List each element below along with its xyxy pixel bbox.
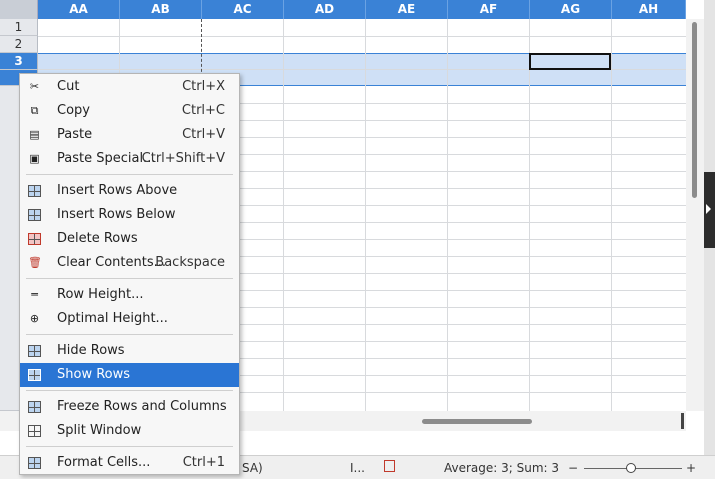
column-header-ac[interactable]: AC (202, 0, 284, 19)
save-status-icon[interactable] (384, 460, 395, 472)
column-header-ag[interactable]: AG (530, 0, 612, 19)
menu-label: Freeze Rows and Columns (57, 399, 227, 414)
column-header-aa[interactable]: AA (38, 0, 120, 19)
optimal-height-icon: ⊕ (29, 312, 40, 325)
row-header-2[interactable]: 2 (0, 36, 38, 53)
menu-separator (26, 390, 233, 391)
menu-label: Insert Rows Above (57, 183, 178, 198)
menu-separator (26, 174, 233, 175)
menu-separator (26, 446, 233, 447)
menu-item-copy[interactable]: ⧉ Copy Ctrl+C (20, 99, 239, 123)
freeze-icon (28, 401, 41, 413)
row-header-1[interactable]: 1 (0, 19, 38, 36)
menu-shortcut: Ctrl+1 (182, 455, 225, 470)
menu-shortcut: Ctrl+Shift+V (141, 151, 225, 166)
hide-rows-icon (28, 345, 41, 357)
menu-item-row-height[interactable]: ═ Row Height... (20, 283, 239, 307)
menu-item-show-rows[interactable]: Show Rows (20, 363, 239, 387)
menu-separator (26, 334, 233, 335)
insert-rows-below-icon (28, 209, 41, 221)
menu-item-insert-rows-below[interactable]: Insert Rows Below (20, 203, 239, 227)
menu-label: Hide Rows (57, 343, 125, 358)
menu-separator (26, 278, 233, 279)
menu-shortcut: Backspace (155, 255, 225, 270)
delete-rows-icon (28, 233, 41, 245)
menu-label: Format Cells... (57, 455, 151, 470)
language-status[interactable]: SA) (242, 461, 263, 475)
menu-label: Cut (57, 79, 80, 94)
menu-shortcut: Ctrl+C (181, 103, 225, 118)
grid-column-line (283, 19, 284, 411)
paste-icon: ▤ (29, 128, 40, 141)
window-split-handle[interactable] (681, 413, 684, 429)
active-cell-cursor[interactable] (529, 53, 611, 70)
grid-row-line (38, 36, 686, 37)
menu-item-cut[interactable]: ✂ Cut Ctrl+X (20, 75, 239, 99)
zoom-slider-knob[interactable] (626, 463, 636, 473)
split-window-icon (28, 425, 41, 437)
menu-item-paste-special[interactable]: ▣ Paste Special... Ctrl+Shift+V (20, 147, 239, 171)
zoom-out-button[interactable]: − (568, 461, 578, 475)
select-all-corner[interactable] (0, 0, 38, 19)
menu-item-optimal-height[interactable]: ⊕ Optimal Height... (20, 307, 239, 331)
trash-icon: 🗑 (28, 256, 42, 269)
scissors-icon: ✂ (29, 80, 40, 93)
column-header-ah[interactable]: AH (612, 0, 686, 19)
menu-label: Paste (57, 127, 93, 142)
menu-item-hide-rows[interactable]: Hide Rows (20, 339, 239, 363)
menu-label: Show Rows (57, 367, 131, 382)
menu-item-split-window[interactable]: Split Window (20, 419, 239, 443)
menu-label: Row Height... (57, 287, 144, 302)
grid-column-line (365, 19, 366, 411)
menu-item-format-cells[interactable]: Format Cells... Ctrl+1 (20, 451, 239, 475)
copy-icon: ⧉ (30, 104, 39, 117)
format-cells-icon (28, 457, 41, 469)
menu-item-insert-rows-above[interactable]: Insert Rows Above (20, 179, 239, 203)
menu-item-freeze-rows-columns[interactable]: Freeze Rows and Columns (20, 395, 239, 419)
grid-column-line (529, 19, 530, 411)
menu-label: Clear Contents... (57, 255, 167, 270)
row-context-menu: ✂ Cut Ctrl+X ⧉ Copy Ctrl+C ▤ Paste Ctrl+… (19, 73, 240, 475)
grid-column-line (611, 19, 612, 411)
menu-label: Delete Rows (57, 231, 138, 246)
row-height-icon: ═ (31, 288, 38, 301)
insert-rows-above-icon (28, 185, 41, 197)
horizontal-scroll-thumb[interactable] (422, 419, 532, 424)
menu-item-delete-rows[interactable]: Delete Rows (20, 227, 239, 251)
menu-label: Split Window (57, 423, 142, 438)
expand-arrow-icon (706, 204, 711, 214)
selection-mode-status[interactable]: I... (350, 461, 365, 475)
menu-item-paste[interactable]: ▤ Paste Ctrl+V (20, 123, 239, 147)
menu-shortcut: Ctrl+X (182, 79, 225, 94)
column-header-ad[interactable]: AD (284, 0, 366, 19)
column-header-ab[interactable]: AB (120, 0, 202, 19)
grid-column-line (447, 19, 448, 411)
menu-shortcut: Ctrl+V (182, 127, 225, 142)
menu-label: Optimal Height... (57, 311, 168, 326)
selection-summary[interactable]: Average: 3; Sum: 3 (444, 461, 559, 475)
paste-special-icon: ▣ (29, 152, 40, 165)
vertical-scroll-thumb[interactable] (692, 22, 697, 198)
show-rows-icon (28, 369, 41, 381)
menu-label: Copy (57, 103, 90, 118)
row-header-3[interactable]: 3 (0, 53, 38, 70)
menu-item-clear-contents[interactable]: 🗑 Clear Contents... Backspace (20, 251, 239, 275)
zoom-in-button[interactable]: + (686, 461, 696, 475)
column-header-ae[interactable]: AE (366, 0, 448, 19)
menu-label: Insert Rows Below (57, 207, 176, 222)
column-header-af[interactable]: AF (448, 0, 530, 19)
